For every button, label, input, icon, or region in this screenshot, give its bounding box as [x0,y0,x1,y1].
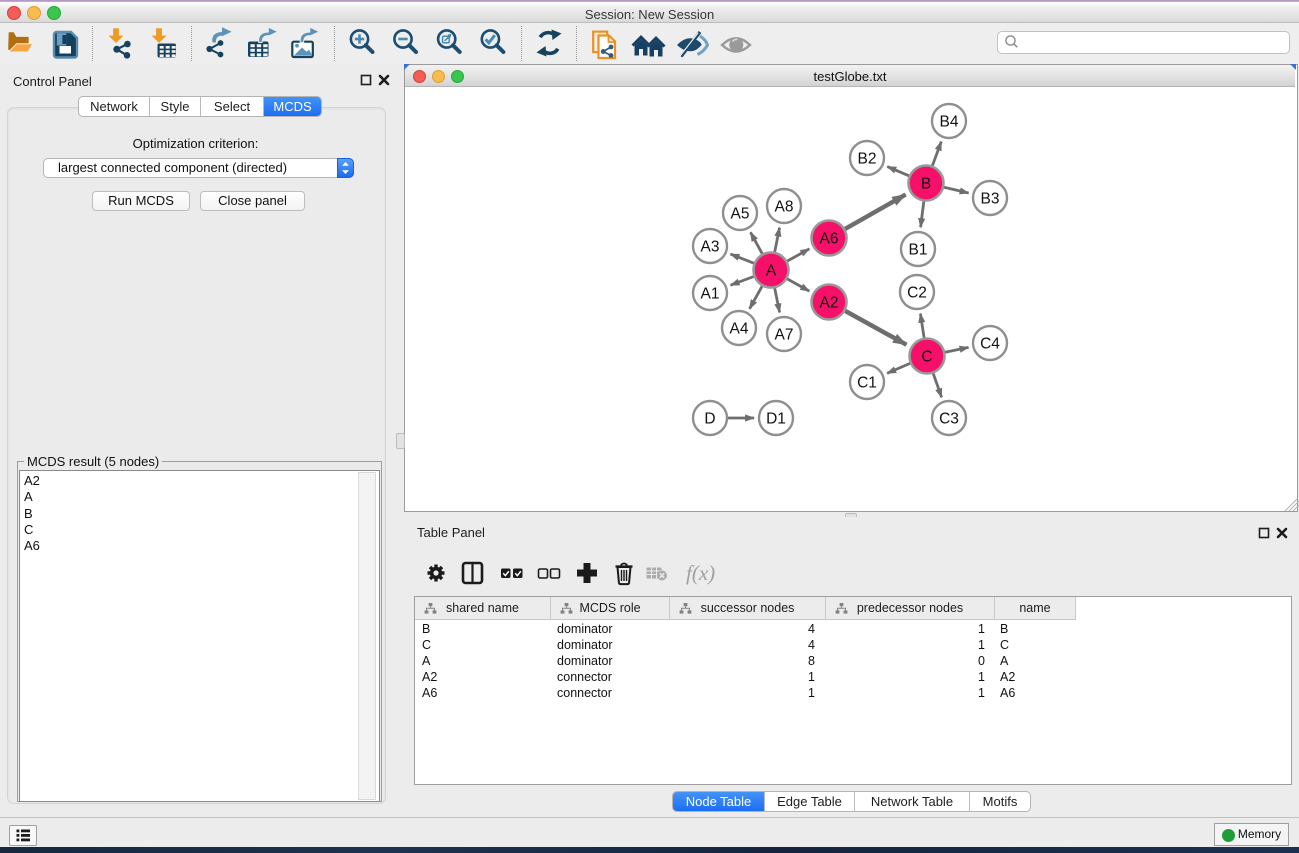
svg-text:B2: B2 [858,151,877,168]
svg-text:A5: A5 [731,206,750,223]
svg-text:C4: C4 [980,336,1000,353]
svg-text:B3: B3 [981,191,1000,208]
svg-text:C1: C1 [857,375,877,392]
svg-text:B: B [921,176,931,193]
svg-text:B1: B1 [909,242,928,259]
svg-text:A2: A2 [820,295,839,312]
svg-text:A6: A6 [820,231,839,248]
svg-text:C3: C3 [939,411,959,428]
svg-text:D1: D1 [766,411,786,428]
svg-text:A3: A3 [701,239,720,256]
svg-text:D: D [704,411,715,428]
svg-text:A7: A7 [775,327,794,344]
svg-text:A: A [766,263,777,280]
svg-text:A4: A4 [730,321,749,338]
svg-text:B4: B4 [940,114,959,131]
svg-text:A1: A1 [701,286,720,303]
svg-text:A8: A8 [775,199,794,216]
svg-text:f(x): f(x) [686,561,715,585]
svg-text:C2: C2 [907,285,927,302]
svg-text:C: C [921,349,932,366]
